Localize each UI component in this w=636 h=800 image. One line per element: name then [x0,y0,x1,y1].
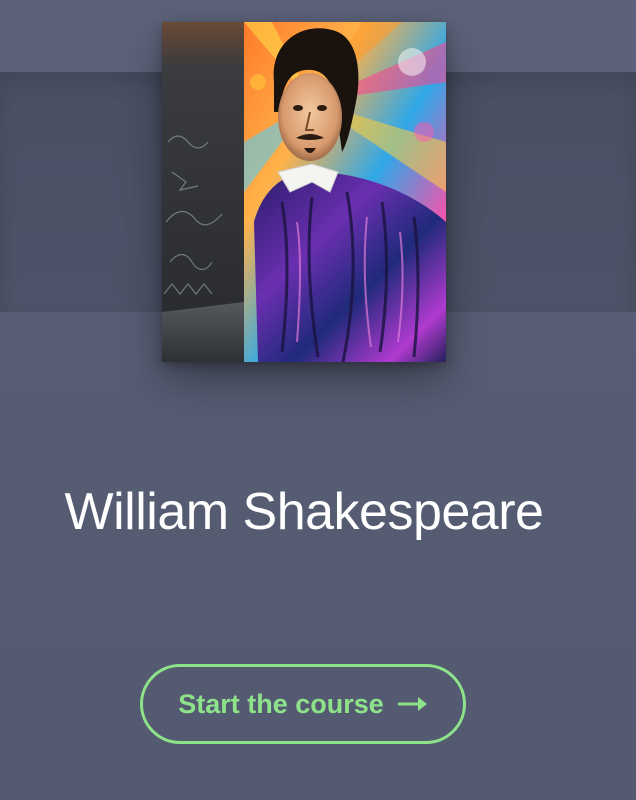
course-title: William Shakespeare [64,483,544,541]
arrow-right-icon [397,694,428,714]
start-course-label: Start the course [178,688,384,719]
shakespeare-mural-illustration [162,22,446,362]
start-course-button[interactable]: Start the course [140,664,466,744]
course-cover-image [162,22,446,362]
